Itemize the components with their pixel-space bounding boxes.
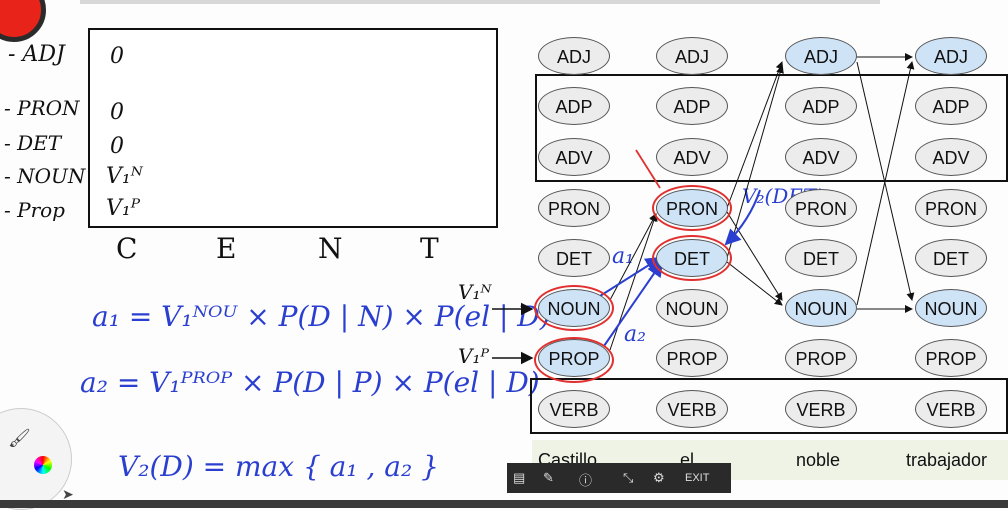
node-pron-col3: PRON (785, 189, 857, 227)
node-det-col4: DET (915, 239, 987, 277)
node-adv-col3: ADV (785, 138, 857, 176)
node-adp-col2: ADP (656, 87, 728, 125)
fullscreen-icon[interactable]: ⤡ (623, 470, 633, 486)
node-adv-col1: ADV (538, 138, 610, 176)
node-verb-col4: VERB (915, 390, 987, 428)
node-noun-col4: NOUN (915, 289, 987, 327)
color-wheel-icon[interactable] (34, 456, 52, 474)
red-ring-noun (534, 285, 614, 331)
slide-control-bar: ▤ ✎ ⓘ ⤡ ⚙ EXIT (507, 463, 731, 493)
word-trabajador: trabajador (906, 450, 988, 470)
node-adj-col1: ADJ (538, 37, 610, 75)
node-verb-col3: VERB (785, 390, 857, 428)
node-det-col1: DET (538, 239, 610, 277)
node-det-col3: DET (785, 239, 857, 277)
node-prop-col2: PROP (656, 339, 728, 377)
edge-pron-noun (726, 211, 783, 301)
edge-det-noun (726, 261, 783, 306)
word-noble: noble (796, 450, 841, 470)
pen-icon[interactable]: ✎ (543, 470, 554, 486)
red-ring-pron (652, 185, 732, 231)
node-prop-col3: PROP (785, 339, 857, 377)
node-adp-col1: ADP (538, 87, 610, 125)
node-adp-col4: ADP (915, 87, 987, 125)
trellis-edges (492, 53, 915, 365)
node-adp-col3: ADP (785, 87, 857, 125)
notes-icon[interactable]: ▤ (513, 470, 525, 486)
node-noun-col3: NOUN (785, 289, 857, 327)
node-adj-col4: ADJ (915, 37, 987, 75)
node-pron-col4: PRON (915, 189, 987, 227)
node-noun-col2: NOUN (656, 289, 728, 327)
node-adv-col2: ADV (656, 138, 728, 176)
brush-icon[interactable]: 🖌 (8, 428, 31, 449)
edge-det-adj (726, 65, 784, 259)
node-adj-col3: ADJ (785, 37, 857, 75)
node-adj-col2: ADJ (656, 37, 728, 75)
node-pron-col1: PRON (538, 189, 610, 227)
red-ring-det (652, 235, 732, 281)
node-adv-col4: ADV (915, 138, 987, 176)
red-ring-prop (534, 337, 614, 383)
gear-icon[interactable]: ⚙ (653, 470, 665, 486)
node-prop-col4: PROP (915, 339, 987, 377)
info-icon[interactable]: ⓘ (579, 470, 592, 489)
node-verb-col1: VERB (538, 390, 610, 428)
bottom-bar (0, 500, 1008, 508)
node-verb-col2: VERB (656, 390, 728, 428)
edge-pron-adj (726, 61, 784, 209)
exit-button[interactable]: EXIT (685, 472, 709, 484)
edge-noun-pron (609, 213, 657, 301)
